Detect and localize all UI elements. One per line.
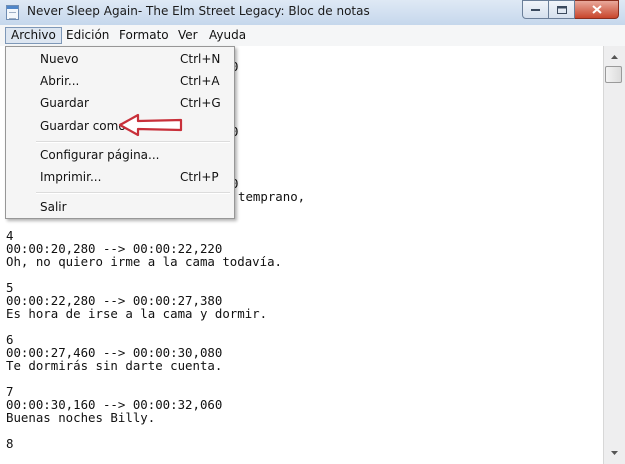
subtitle-text: Te dormirás sin darte cuenta. xyxy=(6,358,223,373)
maximize-button[interactable] xyxy=(549,0,575,19)
menu-item-abrir[interactable]: Abrir... Ctrl+A xyxy=(6,71,234,91)
maximize-icon xyxy=(556,5,567,14)
minimize-button[interactable] xyxy=(522,0,549,19)
subtitle-text: Es hora de irse a la cama y dormir. xyxy=(6,306,268,321)
menu-item-label: Nuevo xyxy=(40,52,79,66)
close-button[interactable] xyxy=(575,0,619,19)
menu-item-label: Abrir... xyxy=(40,74,80,88)
menu-item-configurar-pagina[interactable]: Configurar página... xyxy=(6,145,234,165)
window-controls xyxy=(522,0,619,19)
menu-separator xyxy=(36,192,230,194)
menu-edicion[interactable]: Edición xyxy=(61,27,114,44)
menu-item-salir[interactable]: Salir xyxy=(6,197,234,217)
menu-ayuda[interactable]: Ayuda xyxy=(204,27,251,44)
partial-line: temprano, xyxy=(238,189,306,204)
menu-item-shortcut: Ctrl+P xyxy=(180,170,219,184)
close-icon xyxy=(591,5,602,14)
vertical-scrollbar[interactable] xyxy=(603,46,625,464)
scroll-up-button[interactable] xyxy=(606,48,623,65)
minimize-icon xyxy=(531,8,540,11)
menu-item-guardar[interactable]: Guardar Ctrl+G xyxy=(6,93,234,113)
menu-ver[interactable]: Ver xyxy=(173,27,203,44)
title-bar[interactable]: Never Sleep Again- The Elm Street Legacy… xyxy=(0,0,625,26)
menu-item-nuevo[interactable]: Nuevo Ctrl+N xyxy=(6,49,234,69)
arrow-up-icon xyxy=(611,54,618,59)
subtitle-index: 8 xyxy=(6,436,14,451)
annotation-arrow-icon xyxy=(118,113,183,137)
menu-item-shortcut: Ctrl+A xyxy=(180,74,220,88)
notepad-icon xyxy=(6,5,19,20)
scroll-thumb[interactable] xyxy=(605,66,622,83)
menu-archivo[interactable]: Archivo xyxy=(5,27,62,44)
subtitle-text: Buenas noches Billy. xyxy=(6,410,156,425)
menu-separator xyxy=(36,141,230,143)
menu-item-imprimir[interactable]: Imprimir... Ctrl+P xyxy=(6,167,234,187)
notepad-window: Never Sleep Again- The Elm Street Legacy… xyxy=(0,0,625,464)
menu-bar: Archivo Edición Formato Ver Ayuda xyxy=(0,25,625,47)
menu-item-shortcut: Ctrl+N xyxy=(180,52,221,66)
menu-item-label: Imprimir... xyxy=(40,170,102,184)
subtitle-text: Oh, no quiero irme a la cama todavía. xyxy=(6,254,283,269)
arrow-down-icon xyxy=(611,450,618,455)
menu-item-label: Guardar xyxy=(40,96,89,110)
menu-item-label: Configurar página... xyxy=(40,148,160,162)
window-title: Never Sleep Again- The Elm Street Legacy… xyxy=(27,4,370,18)
menu-item-shortcut: Ctrl+G xyxy=(180,96,221,110)
menu-formato[interactable]: Formato xyxy=(114,27,174,44)
scroll-down-button[interactable] xyxy=(606,444,623,461)
menu-item-label: Salir xyxy=(40,200,67,214)
